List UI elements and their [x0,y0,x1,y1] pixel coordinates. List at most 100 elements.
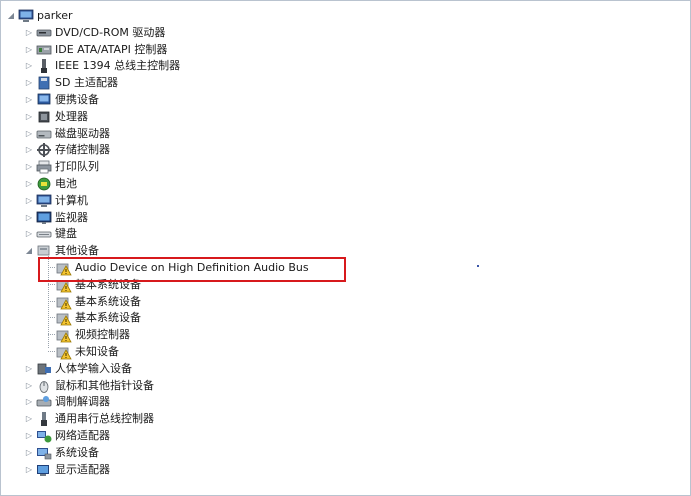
tree-category-item[interactable]: ▷ 调制解调器 [24,393,110,410]
tree-category-label: 鼠标和其他指针设备 [55,379,154,392]
tree-category-label: 计算机 [55,194,88,207]
tree-category-item[interactable]: ▷ 显示适配器 [24,461,110,478]
tree-category-item[interactable]: ▷ 人体学输入设备 [24,360,132,377]
tree-category-item[interactable]: ▷ 网络适配器 [24,427,110,444]
expand-arrow-icon[interactable]: ▷ [24,196,34,206]
expand-arrow-icon[interactable]: ▷ [24,381,34,391]
expand-arrow-icon[interactable]: ▷ [24,213,34,223]
tree-category-label: 网络适配器 [55,429,110,442]
expand-arrow-icon[interactable]: ▷ [24,61,34,71]
portable-device-icon [37,93,51,104]
tree-guide-branch [48,351,55,352]
tree-device-item[interactable]: 基本系统设备 [56,293,141,310]
expand-arrow-icon[interactable]: ▷ [24,229,34,239]
tree-device-item[interactable]: 未知设备 [56,343,119,360]
expand-arrow-icon[interactable]: ▷ [24,95,34,105]
collapse-arrow-icon[interactable]: ◢ [6,11,16,21]
expand-arrow-icon[interactable]: ▷ [24,129,34,139]
cursor-dot [477,265,479,267]
battery-icon [37,177,51,190]
monitor-icon [36,211,52,224]
tree-category-label: DVD/CD-ROM 驱动器 [55,26,166,39]
tree-category-label: 通用串行总线控制器 [55,412,154,425]
system-device-icon [37,447,52,459]
expand-arrow-icon[interactable]: ▷ [24,414,34,424]
sd-adapter-icon [38,76,50,89]
warning-device-icon [56,297,72,309]
modem-icon [36,395,52,406]
expand-arrow-icon[interactable]: ▷ [24,465,34,475]
expand-arrow-icon[interactable]: ▷ [24,364,34,374]
tree-device-item[interactable]: 视频控制器 [56,326,130,343]
printer-icon [36,160,52,173]
ide-controller-icon [36,45,52,54]
hid-icon [37,363,51,374]
tree-category-item[interactable]: ▷ 计算机 [24,192,88,209]
ieee1394-icon [41,58,47,73]
usb-icon [41,411,47,426]
tree-category-item[interactable]: ▷ 打印队列 [24,158,99,175]
tree-device-label: 基本系统设备 [75,295,141,308]
highlight-box [38,257,346,282]
tree-category-item[interactable]: ▷ SD 主适配器 [24,74,118,91]
tree-category-item[interactable]: ▷ 键盘 [24,225,77,242]
computer-icon [18,9,34,22]
tree-root-label: parker [37,9,73,22]
expand-arrow-icon[interactable]: ▷ [24,28,34,38]
tree-category-label: 调制解调器 [55,395,110,408]
expand-arrow-icon[interactable]: ▷ [24,431,34,441]
warning-device-icon [56,347,72,359]
tree-category-item[interactable]: ▷ 系统设备 [24,444,99,461]
expand-arrow-icon[interactable]: ▷ [24,145,34,155]
expand-arrow-icon[interactable]: ▷ [24,45,34,55]
tree-category-item[interactable]: ▷ 磁盘驱动器 [24,125,110,142]
tree-category-item[interactable]: ▷ DVD/CD-ROM 驱动器 [24,24,165,41]
collapse-arrow-icon[interactable]: ◢ [24,246,34,256]
tree-device-item[interactable]: 基本系统设备 [56,309,141,326]
tree-category-label: 处理器 [55,110,88,123]
tree-category-label: SD 主适配器 [55,76,118,89]
expand-arrow-icon[interactable]: ▷ [24,397,34,407]
tree-category-item[interactable]: ▷ 鼠标和其他指针设备 [24,377,154,394]
tree-guide-branch [48,317,55,318]
keyboard-icon [36,231,52,237]
tree-guide-branch [48,284,55,285]
warning-device-icon [56,313,72,325]
dvd-drive-icon [36,29,52,36]
tree-guide-branch [48,334,55,335]
tree-device-label: 基本系统设备 [75,311,141,324]
display-adapter-icon [37,464,49,476]
storage-controller-icon [37,142,51,157]
tree-category-item[interactable]: ▷ 通用串行总线控制器 [24,410,154,427]
computer-icon [36,194,52,207]
tree-category-item[interactable]: ▷ IEEE 1394 总线主控制器 [24,57,180,74]
mouse-icon [39,380,49,393]
tree-category-label: 便携设备 [55,93,99,106]
expand-arrow-icon[interactable]: ▷ [24,112,34,122]
tree-guide-branch [48,301,55,302]
tree-category-item[interactable]: ▷ 存储控制器 [24,141,110,158]
tree-device-label: 未知设备 [75,345,119,358]
tree-category-label: 存储控制器 [55,143,110,156]
tree-category-item[interactable]: ▷ 处理器 [24,108,88,125]
tree-category-label: IDE ATA/ATAPI 控制器 [55,43,168,56]
expand-arrow-icon[interactable]: ▷ [24,162,34,172]
tree-category-label: 监视器 [55,211,88,224]
warning-device-icon [56,330,72,342]
tree-category-label: 显示适配器 [55,463,110,476]
tree-device-label: 视频控制器 [75,328,130,341]
tree-category-item[interactable]: ▷ 电池 [24,175,77,192]
network-adapter-icon [37,430,52,442]
expand-arrow-icon[interactable]: ▷ [24,179,34,189]
tree-category-label: 打印队列 [55,160,99,173]
expand-arrow-icon[interactable]: ▷ [24,448,34,458]
tree-category-item[interactable]: ▷ 便携设备 [24,91,99,108]
expand-arrow-icon[interactable]: ▷ [24,78,34,88]
processor-icon [38,111,50,122]
tree-root[interactable]: ◢ parker [6,7,73,24]
tree-category-item[interactable]: ▷ 监视器 [24,209,88,226]
tree-category-label: 人体学输入设备 [55,362,132,375]
tree-category-item[interactable]: ▷ IDE ATA/ATAPI 控制器 [24,41,167,58]
tree-category-label: 电池 [55,177,77,190]
device-tree: ◢ parker ▷ DVD/CD-ROM 驱动器 ▷ IDE ATA/ATAPI 控… [0,0,689,494]
